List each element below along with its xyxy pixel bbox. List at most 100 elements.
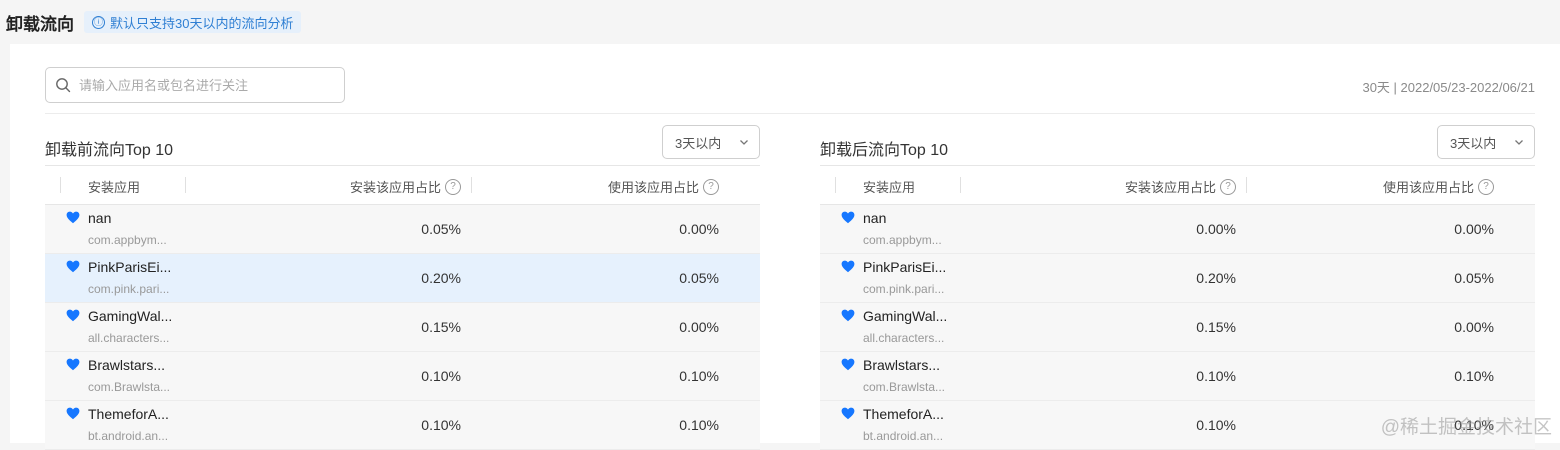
app-package: bt.android.an... [88,429,169,443]
table-before: 安装应用 安装该应用占比? 使用该应用占比? nan com.appbym...… [45,165,760,450]
divider [45,113,1535,114]
help-icon[interactable]: ? [1220,178,1236,195]
app-name: PinkParisEi... [88,259,172,275]
use-ratio: 0.10% [679,368,719,384]
column-separator [1246,177,1247,193]
table-row[interactable]: nan com.appbym... 0.05% 0.00% [45,205,760,254]
col-header-app-label: 安装应用 [88,180,141,195]
table-row[interactable]: nan com.appbym... 0.00% 0.00% [820,205,1535,254]
app-package: all.characters... [88,331,170,345]
install-ratio: 0.10% [421,368,461,384]
watermark: @稀土掘金技术社区 [1380,417,1552,438]
date-range: 30天 | 2022/05/23-2022/06/21 [1362,80,1535,95]
panel-title: 卸载前流向Top 10 [45,142,174,159]
table-row[interactable]: GamingWal... all.characters... 0.15% 0.0… [820,303,1535,352]
col-header-app: 安装应用 [88,177,140,196]
app-package: com.pink.pari... [863,282,945,296]
content-card: 30天 | 2022/05/23-2022/06/21 卸载前流向Top 10 … [10,44,1560,450]
page-title: 卸载流向 [6,14,74,34]
col-header-install-label: 安装该应用占比 [349,180,441,195]
search-input[interactable] [77,76,331,94]
col-header-install: 安装该应用占比? [350,177,461,196]
col-header-app-label: 安装应用 [863,180,916,195]
heart-icon[interactable] [66,211,80,224]
info-icon: ⓘ [92,15,105,29]
panel-header: 卸载后流向Top 10 3天以内 [820,125,1535,165]
help-icon[interactable]: ? [445,178,461,195]
use-ratio: 0.00% [1454,319,1494,335]
app-name: nan [88,210,112,226]
install-ratio: 0.10% [421,417,461,433]
column-separator [471,177,472,193]
table-after: 安装应用 安装该应用占比? 使用该应用占比? nan com.appbym...… [820,165,1535,450]
chevron-down-icon [1515,140,1523,145]
use-ratio: 0.00% [679,221,719,237]
panel-before-uninstall: 卸载前流向Top 10 3天以内 安装应用 安装该应用占比? 使用该应用占比? … [45,125,760,450]
chevron-down-icon [740,140,748,145]
app-name: GamingWal... [863,308,948,324]
table-body: nan com.appbym... 0.05% 0.00% PinkParisE… [45,205,760,450]
table-header: 安装应用 安装该应用占比? 使用该应用占比? [45,165,760,205]
help-icon[interactable]: ? [703,178,719,195]
time-range-select[interactable]: 3天以内 [662,125,760,159]
heart-icon[interactable] [841,260,855,273]
app-name: ThemeforA... [88,406,169,422]
notice-badge: ⓘ 默认只支持30天以内的流向分析 [84,11,302,33]
app-name: Brawlstars... [863,357,941,373]
table-row[interactable]: GamingWal... all.characters... 0.15% 0.0… [45,303,760,352]
use-ratio: 0.00% [1454,221,1494,237]
app-package: bt.android.an... [863,429,944,443]
app-package: com.appbym... [88,233,167,247]
select-value: 3天以内 [675,135,722,151]
panel-title: 卸载后流向Top 10 [820,142,949,159]
column-separator [60,177,61,193]
column-separator [960,177,961,193]
table-header: 安装应用 安装该应用占比? 使用该应用占比? [820,165,1535,205]
heart-icon[interactable] [66,309,80,322]
search-icon [56,78,71,93]
col-header-app: 安装应用 [863,177,915,196]
heart-icon[interactable] [66,407,80,420]
col-header-use: 使用该应用占比? [1383,177,1494,196]
install-ratio: 0.20% [1196,270,1236,286]
install-ratio: 0.10% [1196,417,1236,433]
install-ratio: 0.10% [1196,368,1236,384]
table-row[interactable]: PinkParisEi... com.pink.pari... 0.20% 0.… [45,254,760,303]
select-value: 3天以内 [1450,135,1497,151]
time-range-select[interactable]: 3天以内 [1437,125,1535,159]
use-ratio: 0.10% [1454,368,1494,384]
use-ratio: 0.10% [679,417,719,433]
panel-after-uninstall: 卸载后流向Top 10 3天以内 安装应用 安装该应用占比? 使用该应用占比? … [820,125,1535,450]
notice-text: 默认只支持30天以内的流向分析 [110,15,294,31]
install-ratio: 0.20% [421,270,461,286]
table-row[interactable]: Brawlstars... com.Brawlsta... 0.10% 0.10… [45,352,760,401]
column-separator [835,177,836,193]
col-header-use-label: 使用该应用占比 [607,180,699,195]
heart-icon[interactable] [841,211,855,224]
heart-icon[interactable] [66,358,80,371]
search-box[interactable] [45,67,345,103]
app-package: com.pink.pari... [88,282,170,296]
table-row[interactable]: Brawlstars... com.Brawlsta... 0.10% 0.10… [820,352,1535,401]
page-header: 卸载流向 ⓘ 默认只支持30天以内的流向分析 [0,0,1560,44]
col-header-install-label: 安装该应用占比 [1124,180,1216,195]
app-name: PinkParisEi... [863,259,947,275]
column-separator [185,177,186,193]
app-package: all.characters... [863,331,945,345]
heart-icon[interactable] [841,407,855,420]
help-icon[interactable]: ? [1478,178,1494,195]
install-ratio: 0.15% [421,319,461,335]
heart-icon[interactable] [66,260,80,273]
use-ratio: 0.05% [679,270,719,286]
table-row[interactable]: PinkParisEi... com.pink.pari... 0.20% 0.… [820,254,1535,303]
app-name: GamingWal... [88,308,173,324]
col-header-install: 安装该应用占比? [1125,177,1236,196]
col-header-use: 使用该应用占比? [608,177,719,196]
heart-icon[interactable] [841,309,855,322]
install-ratio: 0.15% [1196,319,1236,335]
app-name: nan [863,210,887,226]
panel-header: 卸载前流向Top 10 3天以内 [45,125,760,165]
col-header-use-label: 使用该应用占比 [1382,180,1474,195]
install-ratio: 0.05% [421,221,461,237]
heart-icon[interactable] [841,358,855,371]
